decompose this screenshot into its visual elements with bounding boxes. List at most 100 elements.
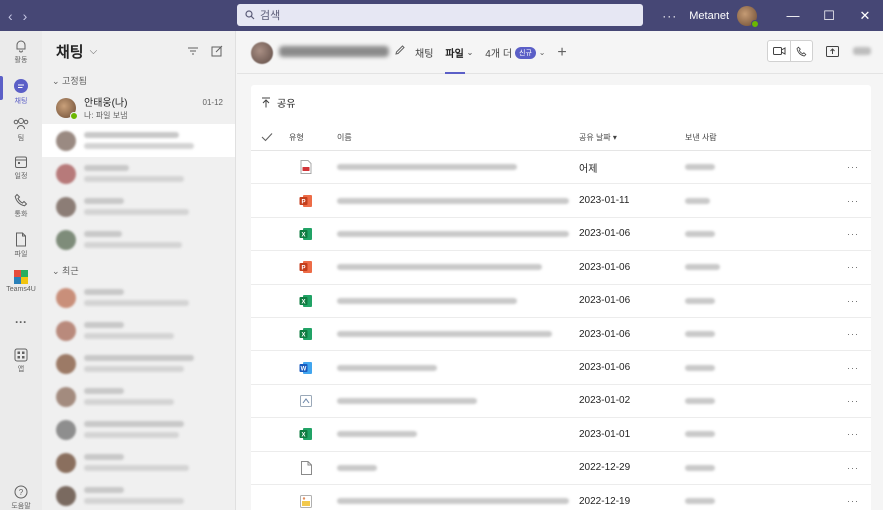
rail-more-apps[interactable]: ··· <box>0 315 42 329</box>
row-more-options-button[interactable]: ··· <box>835 196 871 206</box>
minimize-button[interactable]: — <box>775 8 811 23</box>
settings-more-button[interactable]: ··· <box>662 9 677 23</box>
call-button-group <box>767 40 813 62</box>
file-name-redacted[interactable] <box>337 230 579 237</box>
column-sender[interactable]: 보낸 사람 <box>685 132 835 143</box>
audio-call-button[interactable] <box>790 41 812 61</box>
table-row[interactable]: 2023-01-02 ··· <box>251 385 871 419</box>
file-name-redacted[interactable] <box>337 331 579 338</box>
row-more-options-button[interactable]: ··· <box>835 463 871 473</box>
chat-item[interactable] <box>42 223 235 256</box>
file-name-redacted[interactable] <box>337 264 579 271</box>
chat-time: 01-12 <box>202 98 223 107</box>
chevron-down-icon: ⌄ <box>466 48 474 57</box>
file-name-redacted[interactable] <box>337 297 579 304</box>
row-more-options-button[interactable]: ··· <box>835 429 871 439</box>
back-arrow-icon[interactable]: ‹ <box>8 8 13 24</box>
shared-date: 2023-01-11 <box>579 195 630 207</box>
row-more-options-button[interactable]: ··· <box>835 262 871 272</box>
rail-item-apps[interactable]: 앱 <box>0 348 42 374</box>
search-placeholder: 검색 <box>260 10 281 22</box>
table-row[interactable]: X 2023-01-01 ··· <box>251 418 871 452</box>
chat-item[interactable] <box>42 380 235 413</box>
shared-date: 2022-12-29 <box>579 462 631 474</box>
forward-arrow-icon[interactable]: › <box>23 8 28 24</box>
chat-item-selected[interactable] <box>42 124 235 157</box>
chat-item-pinned-self[interactable]: 안태웅(나) 나: 파일 보냄 01-12 <box>42 91 235 124</box>
chat-item[interactable] <box>42 190 235 223</box>
chat-item[interactable] <box>42 479 235 510</box>
file-name-redacted[interactable] <box>337 498 579 505</box>
rail-item-calendar[interactable]: 일정 <box>0 155 42 181</box>
phone-icon <box>14 193 28 207</box>
org-name: Metanet <box>689 9 729 22</box>
svg-text:?: ? <box>19 488 24 497</box>
table-row[interactable]: P 2023-01-11 ··· <box>251 184 871 218</box>
conversation-title-redacted <box>279 46 389 57</box>
rail-item-files[interactable]: 파일 <box>0 232 42 259</box>
column-name[interactable]: 이름 <box>337 132 579 143</box>
tab-more[interactable]: 4개 더 신규 ⌄ <box>485 31 545 74</box>
table-row[interactable]: X 2023-01-06 ··· <box>251 318 871 352</box>
xlsx-file-icon: X <box>289 427 337 441</box>
row-more-options-button[interactable]: ··· <box>835 396 871 406</box>
file-icon <box>16 232 26 247</box>
tab-files[interactable]: 파일 ⌄ <box>445 31 473 74</box>
maximize-button[interactable]: ☐ <box>811 8 847 24</box>
rail-item-teams[interactable]: 팀 <box>0 117 42 143</box>
share-screen-button[interactable] <box>821 41 843 61</box>
phone-icon <box>796 46 807 56</box>
sender-name-redacted <box>685 230 835 237</box>
column-shared-date[interactable]: 공유 날짜 ▾ <box>579 132 685 143</box>
sender-name-redacted <box>685 164 835 171</box>
filter-icon[interactable] <box>187 45 199 57</box>
avatar <box>56 419 76 440</box>
edit-pencil-icon[interactable] <box>394 44 406 56</box>
row-more-options-button[interactable]: ··· <box>835 363 871 373</box>
chat-item[interactable] <box>42 347 235 380</box>
video-call-button[interactable] <box>768 41 790 61</box>
column-type[interactable]: 유형 <box>289 132 337 143</box>
new-chat-icon[interactable] <box>211 45 223 57</box>
share-button[interactable]: 공유 <box>261 95 295 110</box>
table-row[interactable]: X 2023-01-06 ··· <box>251 285 871 318</box>
chat-item[interactable] <box>42 314 235 347</box>
sender-name-redacted <box>685 431 835 438</box>
rail-item-help[interactable]: ? 도움말 <box>0 485 42 510</box>
rail-item-chat[interactable]: 채팅 <box>0 78 42 106</box>
select-all-checkbox[interactable] <box>251 132 289 144</box>
participants-button[interactable] <box>851 41 873 61</box>
file-name-redacted[interactable] <box>337 164 579 171</box>
rail-item-activity[interactable]: 활동 <box>0 39 42 65</box>
table-row[interactable]: P 2023-01-06 ··· <box>251 251 871 285</box>
chat-item[interactable] <box>42 157 235 190</box>
row-more-options-button[interactable]: ··· <box>835 229 871 239</box>
tab-chat[interactable]: 채팅 <box>415 31 433 74</box>
file-name-redacted[interactable] <box>337 397 579 404</box>
row-more-options-button[interactable]: ··· <box>835 162 871 172</box>
close-button[interactable]: ✕ <box>847 8 883 24</box>
row-more-options-button[interactable]: ··· <box>835 296 871 306</box>
chat-item[interactable] <box>42 446 235 479</box>
file-name-redacted[interactable] <box>337 197 579 204</box>
file-name-redacted[interactable] <box>337 431 579 438</box>
row-more-options-button[interactable]: ··· <box>835 329 871 339</box>
table-row[interactable]: 2022-12-29 ··· <box>251 452 871 485</box>
file-name-redacted[interactable] <box>337 364 579 371</box>
profile-avatar[interactable] <box>737 5 759 28</box>
table-row[interactable]: X 2023-01-06 ··· <box>251 218 871 252</box>
table-row[interactable]: 2022-12-19 ··· <box>251 485 871 510</box>
row-more-options-button[interactable]: ··· <box>835 496 871 506</box>
rail-item-calls[interactable]: 통화 <box>0 193 42 219</box>
table-row[interactable]: 어제 ··· <box>251 151 871 185</box>
add-tab-button[interactable]: + <box>557 31 566 74</box>
table-row[interactable]: W 2023-01-06 ··· <box>251 351 871 385</box>
rail-item-teams4u[interactable]: Teams4U <box>0 270 42 293</box>
file-name-redacted[interactable] <box>337 464 579 471</box>
chat-item[interactable] <box>42 281 235 314</box>
chat-item[interactable] <box>42 413 235 446</box>
search-icon <box>245 10 255 20</box>
chevron-down-icon[interactable]: ⌵ <box>90 46 98 57</box>
files-table-header: 유형 이름 공유 날짜 ▾ 보낸 사람 <box>251 125 871 151</box>
search-box[interactable]: 검색 <box>237 4 643 26</box>
